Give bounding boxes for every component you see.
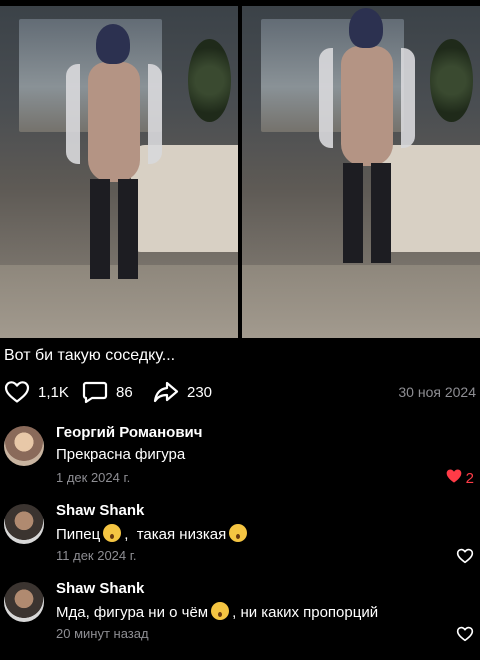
comment-author[interactable]: Георгий Романович: [56, 424, 202, 441]
avatar[interactable]: [4, 504, 44, 544]
comment-item: Георгий Романович Прекрасна фигура 1 дек…: [0, 422, 480, 492]
like-button[interactable]: 1,1K: [4, 376, 69, 408]
comment-text-part: , ни каких пропорций: [232, 604, 379, 621]
comment-item: Shaw Shank Мда, фигура ни о чём , ни каки…: [0, 578, 480, 650]
comment-like-button[interactable]: [456, 548, 474, 568]
comment-count: 86: [116, 383, 133, 401]
comment-date: 11 дек 2024 г.: [56, 548, 137, 563]
christmas-tree: [430, 39, 473, 123]
comment-like-count: 2: [465, 469, 474, 487]
post-photos[interactable]: [0, 0, 480, 338]
repost-count: 230: [187, 383, 213, 401]
post-date: 30 ноя 2024: [398, 384, 476, 400]
comment-date: 1 дек 2024 г.: [56, 470, 131, 485]
share-button[interactable]: 230: [153, 376, 212, 408]
comment-text: Пипец , такая низкая: [56, 524, 250, 543]
heart-outline-icon: [456, 548, 474, 568]
photo-1[interactable]: [0, 6, 238, 338]
share-arrow-icon: [153, 380, 179, 404]
comment-like-button[interactable]: 2: [445, 468, 474, 488]
person-figure: [66, 24, 162, 279]
post-caption: Вот би такую соседку...: [4, 347, 176, 364]
comments-button[interactable]: 86: [82, 376, 133, 408]
comment-author[interactable]: Shaw Shank: [56, 580, 144, 597]
floor: [242, 264, 480, 338]
photo-2[interactable]: [242, 6, 480, 338]
comment-text-part: Пипец: [56, 526, 101, 543]
avatar[interactable]: [4, 426, 44, 466]
comment-text-part: , такая низкая: [124, 526, 227, 543]
comment-text-part: Мда, фигура ни о чём: [56, 604, 209, 621]
emoji-laughing-icon: [229, 524, 248, 542]
comment-date: 20 минут назад: [56, 626, 149, 641]
heart-outline-icon: [456, 626, 474, 646]
comment-text: Мда, фигура ни о чём , ни каких пропорций: [56, 602, 378, 621]
comment-text: Прекрасна фигура: [56, 446, 186, 463]
post-stats-bar: 1,1K 86 230 30 ноя 2024: [0, 376, 480, 408]
comment-item: Shaw Shank Пипец , такая низкая 11 дек 20…: [0, 500, 480, 572]
like-count: 1,1K: [38, 383, 69, 401]
speech-bubble-icon: [82, 380, 108, 404]
heart-outline-icon: [4, 380, 30, 404]
comment-like-button[interactable]: [456, 626, 474, 646]
christmas-tree: [188, 39, 231, 123]
heart-filled-icon: [445, 468, 463, 488]
avatar[interactable]: [4, 582, 44, 622]
emoji-astonished-icon: [211, 602, 230, 620]
comment-author[interactable]: Shaw Shank: [56, 502, 144, 519]
person-figure: [319, 8, 415, 263]
emoji-hushed-icon: [103, 524, 122, 542]
